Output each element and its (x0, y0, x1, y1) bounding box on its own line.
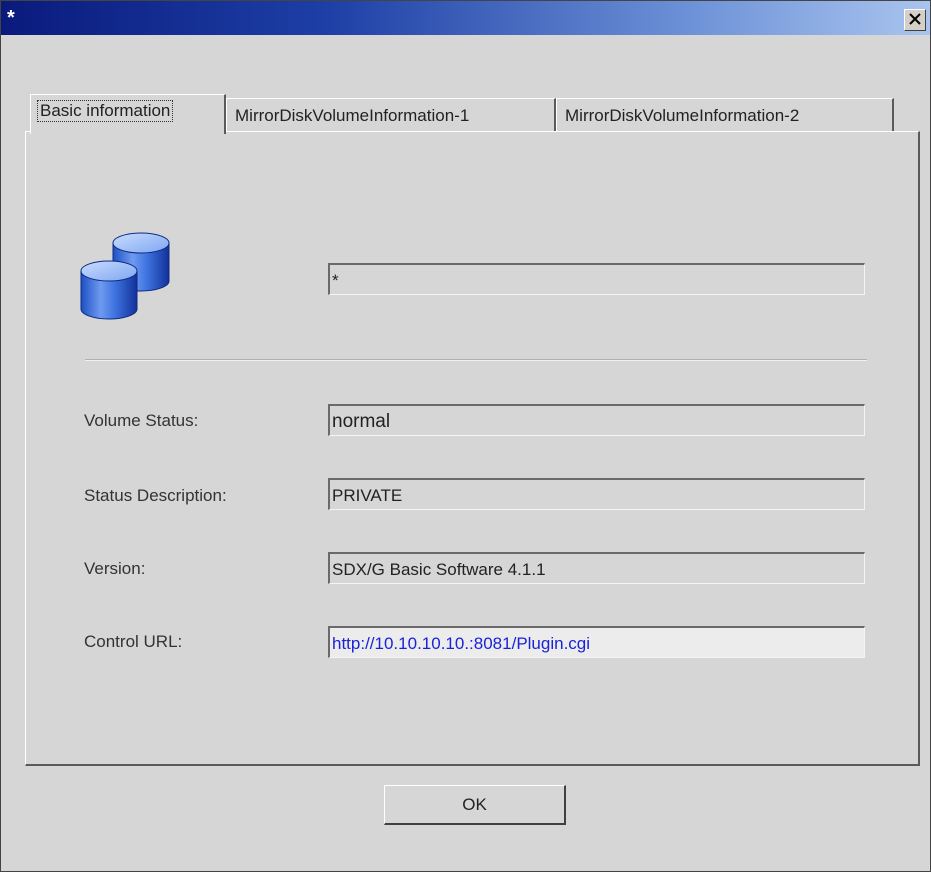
control-url-label: Control URL: (84, 632, 183, 651)
tab-label: MirrorDiskVolumeInformation-2 (565, 106, 800, 125)
close-icon (909, 13, 921, 25)
section-divider (85, 359, 867, 361)
status-description-field[interactable]: PRIVATE (328, 478, 865, 510)
disk-volume-icon (80, 232, 170, 320)
tab-mirror-disk-volume-information-2[interactable]: MirrorDiskVolumeInformation-2 (556, 98, 894, 131)
version-label: Version: (84, 559, 146, 578)
basic-information-panel (25, 131, 920, 766)
version-field[interactable]: SDX/G Basic Software 4.1.1 (328, 552, 865, 584)
ok-button[interactable]: OK (384, 785, 566, 825)
tab-label: Basic information (36, 100, 174, 122)
volume-status-label: Volume Status: (84, 411, 199, 430)
title-bar[interactable]: * (1, 1, 930, 35)
status-description-label: Status Description: (84, 486, 227, 505)
volume-name-field[interactable]: * (328, 263, 865, 295)
control-url-link[interactable]: http://10.10.10.10.:8081/Plugin.cgi (328, 626, 865, 658)
volume-status-field[interactable]: normal (328, 404, 865, 436)
tab-basic-information[interactable]: Basic information (30, 94, 226, 134)
close-button[interactable] (904, 9, 926, 31)
window-title: * (7, 7, 15, 29)
tab-label: MirrorDiskVolumeInformation-1 (235, 106, 470, 125)
tab-mirror-disk-volume-information-1[interactable]: MirrorDiskVolumeInformation-1 (226, 98, 556, 131)
properties-dialog: * Basic information MirrorDiskVolumeInfo… (0, 0, 931, 872)
